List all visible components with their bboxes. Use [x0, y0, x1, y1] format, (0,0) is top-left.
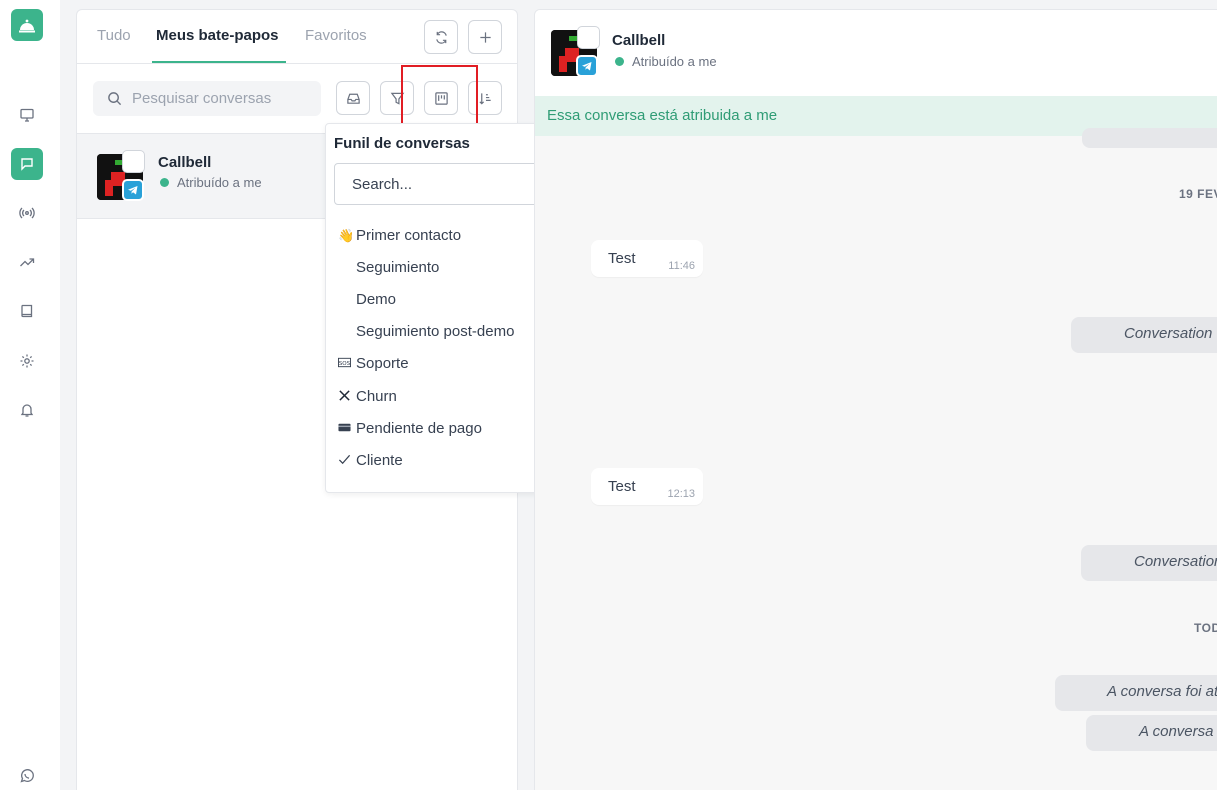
funnel-search-placeholder: Search...	[352, 175, 413, 193]
avatar-overlay	[577, 26, 600, 49]
status-dot	[160, 178, 169, 187]
new-conversation-button[interactable]	[468, 20, 502, 54]
funnel-item-seguimiento[interactable]: Seguimiento	[356, 259, 439, 276]
search-input[interactable]	[132, 90, 302, 107]
funnel-item-soporte[interactable]: SOS Soporte	[338, 355, 409, 372]
sort-icon	[478, 92, 491, 105]
funnel-item-cliente[interactable]: Cliente	[338, 452, 403, 469]
funnel-item-label: Primer contacto	[356, 227, 462, 244]
message-bubble[interactable]: Test 12:13	[591, 468, 703, 505]
chat-icon[interactable]	[11, 148, 43, 180]
message-text: Test	[608, 250, 636, 267]
system-message-partial	[1082, 128, 1217, 148]
funnel-item-label: Pendiente de pago	[356, 420, 482, 437]
svg-text:SOS: SOS	[339, 360, 351, 366]
check-icon	[338, 453, 356, 469]
sidebar	[0, 0, 60, 790]
book-icon[interactable]	[11, 295, 43, 327]
funnel-item-label: Cliente	[356, 452, 403, 469]
conversation-status-text: Atribuído a me	[177, 175, 262, 190]
inbox-filter-button[interactable]	[336, 81, 370, 115]
plus-icon	[479, 31, 491, 43]
message-text: Test	[608, 478, 636, 495]
x-icon	[338, 389, 356, 405]
system-message: A conversa foi at	[1055, 675, 1217, 711]
inbox-icon	[346, 93, 360, 104]
message-time: 11:46	[668, 260, 695, 272]
status-dot	[615, 57, 624, 66]
wave-icon: 👋	[338, 227, 355, 243]
telegram-icon	[122, 179, 144, 201]
contact-status: Atribuído a me	[615, 54, 717, 69]
funnel-item-label: Churn	[356, 388, 397, 405]
funnel-item-label: Soporte	[356, 355, 409, 372]
notification-bell-icon[interactable]	[11, 394, 43, 426]
conversation-search[interactable]	[93, 81, 321, 116]
credit-card-icon	[338, 421, 356, 437]
message-bubble[interactable]: Test 11:46	[591, 240, 703, 277]
bell-service-logo-icon[interactable]	[11, 9, 43, 41]
active-tab-indicator	[152, 61, 286, 63]
trending-icon[interactable]	[11, 246, 43, 278]
conversation-name: Callbell	[158, 154, 212, 171]
tab-all[interactable]: Tudo	[97, 27, 131, 44]
funnel-item-primer-contacto[interactable]: 👋 Primer contacto	[338, 227, 461, 244]
settings-icon[interactable]	[11, 345, 43, 377]
funnel-item-demo[interactable]: Demo	[356, 291, 396, 308]
search-icon	[108, 92, 122, 106]
chat-header: Callbell Atribuído a me	[535, 10, 1217, 96]
conversation-tabs: Tudo Meus bate-papos Favoritos	[77, 10, 517, 64]
refresh-button[interactable]	[424, 20, 458, 54]
telegram-icon	[576, 55, 598, 77]
date-separator: 19 FEV	[1179, 187, 1217, 201]
conversation-status: Atribuído a me	[160, 175, 262, 190]
funnel-item-pendiente-de-pago[interactable]: Pendiente de pago	[338, 420, 482, 437]
sos-icon: SOS	[338, 356, 356, 372]
chat-panel: Callbell Atribuído a me Essa conversa es…	[534, 9, 1217, 790]
funnel-item-label: Demo	[356, 291, 397, 308]
message-time: 12:13	[667, 488, 695, 500]
contact-status-text: Atribuído a me	[632, 54, 717, 69]
funnel-item-seguimiento-post-demo[interactable]: Seguimiento post-demo	[356, 323, 514, 340]
broadcast-icon[interactable]	[11, 197, 43, 229]
refresh-icon	[435, 30, 447, 44]
monitor-icon[interactable]	[11, 99, 43, 131]
funnel-item-label: Seguimiento post-demo	[356, 323, 515, 340]
tab-favorites[interactable]: Favoritos	[305, 27, 367, 44]
system-message: Conversation	[1081, 545, 1217, 581]
avatar-overlay	[122, 150, 145, 173]
funnel-item-label: Seguimiento	[356, 259, 440, 276]
highlight-annotation	[401, 65, 478, 132]
system-message: A conversa	[1086, 715, 1217, 751]
system-message: Conversation v	[1071, 317, 1217, 353]
funnel-item-churn[interactable]: Churn	[338, 388, 397, 405]
whatsapp-icon[interactable]	[11, 760, 43, 790]
tab-my-chats[interactable]: Meus bate-papos	[156, 27, 279, 44]
date-separator: TOD	[1194, 621, 1217, 635]
contact-name: Callbell	[612, 32, 666, 49]
funnel-dropdown-title: Funil de conversas	[334, 135, 470, 152]
